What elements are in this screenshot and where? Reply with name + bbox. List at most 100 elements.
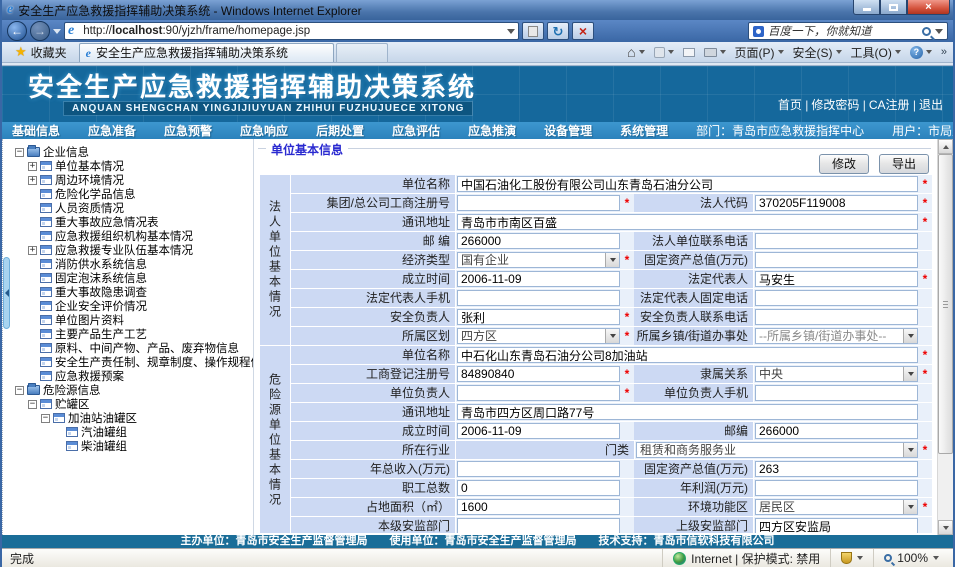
form-input[interactable]	[755, 480, 918, 496]
read-mail-button[interactable]	[683, 48, 695, 57]
form-input[interactable]	[457, 176, 918, 192]
tree-item[interactable]: +周边环境情况	[3, 173, 253, 187]
form-input[interactable]	[457, 404, 918, 420]
expand-icon[interactable]: +	[28, 162, 37, 171]
tree-item[interactable]: +单位基本情况	[3, 159, 253, 173]
scrollbar-thumb[interactable]	[938, 154, 953, 454]
nav-item[interactable]: 系统管理	[620, 122, 668, 139]
banner-link[interactable]: 退出	[919, 98, 943, 112]
modify-button[interactable]: 修改	[819, 154, 869, 174]
tree-item[interactable]: 应急救援组织机构基本情况	[3, 229, 253, 243]
tree-item[interactable]: 柴油罐组	[3, 439, 253, 453]
page-menu[interactable]: 页面(P)	[735, 44, 784, 61]
overflow-chevron-icon[interactable]: »	[941, 46, 945, 58]
tree-item[interactable]: 主要产品生产工艺	[3, 327, 253, 341]
scroll-up-button[interactable]	[938, 139, 953, 154]
expand-icon[interactable]: +	[28, 176, 37, 185]
help-menu[interactable]: ?	[910, 46, 932, 59]
tools-menu[interactable]: 工具(O)	[851, 44, 901, 61]
form-select[interactable]: 居民区	[755, 499, 918, 515]
export-button[interactable]: 导出	[879, 154, 929, 174]
form-input[interactable]	[457, 309, 620, 325]
chevron-down-icon[interactable]	[605, 329, 619, 343]
tree-item[interactable]: 危险化学品信息	[3, 187, 253, 201]
sidebar-splitter[interactable]	[3, 257, 10, 329]
form-input[interactable]	[755, 518, 918, 533]
form-input[interactable]	[457, 271, 620, 287]
form-input[interactable]	[457, 214, 918, 230]
form-input[interactable]	[457, 499, 620, 515]
form-input[interactable]	[755, 233, 918, 249]
form-input[interactable]	[755, 309, 918, 325]
address-dropdown-icon[interactable]	[507, 29, 515, 34]
banner-link[interactable]: CA注册	[869, 98, 910, 112]
tab-active[interactable]: e 安全生产应急救援指挥辅助决策系统	[79, 43, 334, 62]
nav-item[interactable]: 应急推演	[468, 122, 516, 139]
nav-item[interactable]: 应急评估	[392, 122, 440, 139]
print-button[interactable]	[704, 48, 726, 57]
forward-button[interactable]: →	[30, 21, 50, 41]
nav-item[interactable]: 基础信息	[12, 122, 60, 139]
favorites-button[interactable]: ★ 收藏夹	[7, 43, 75, 62]
tree-item[interactable]: 固定泡沫系统信息	[3, 271, 253, 285]
banner-link[interactable]: 首页	[778, 98, 802, 112]
form-input[interactable]	[755, 461, 918, 477]
tree-item[interactable]: 单位图片资料	[3, 313, 253, 327]
tree-item[interactable]: 人员资质情况	[3, 201, 253, 215]
form-input[interactable]	[457, 518, 620, 533]
form-select[interactable]: 国有企业	[457, 252, 620, 268]
search-box[interactable]: 百度一下，你就知道	[748, 22, 948, 40]
zoom-control[interactable]: 100%	[873, 549, 949, 567]
tree-item[interactable]: 重大事故隐患调查	[3, 285, 253, 299]
form-input[interactable]	[457, 347, 918, 363]
form-input[interactable]	[457, 480, 620, 496]
form-input[interactable]	[457, 385, 620, 401]
form-select[interactable]: 中央	[755, 366, 918, 382]
close-button[interactable]: ×	[907, 0, 950, 15]
tree-item[interactable]: −加油站油罐区	[3, 411, 253, 425]
chevron-down-icon[interactable]	[903, 500, 917, 514]
form-input[interactable]	[457, 290, 620, 306]
form-input[interactable]	[457, 423, 620, 439]
tree-item[interactable]: 原料、中间产物、产品、废弃物信息	[3, 341, 253, 355]
address-field[interactable]: e http://localhost:90/yjzh/frame/homepag…	[64, 22, 519, 40]
form-input[interactable]	[755, 271, 918, 287]
collapse-icon[interactable]: −	[15, 386, 24, 395]
form-select[interactable]: --所属乡镇/街道办事处--	[755, 328, 918, 344]
tree-item[interactable]: +应急救援专业队伍基本情况	[3, 243, 253, 257]
tree-item[interactable]: 消防供水系统信息	[3, 257, 253, 271]
nav-item[interactable]: 应急预警	[164, 122, 212, 139]
tree-item[interactable]: 安全生产责任制、规章制度、操作规程信息	[3, 355, 253, 369]
form-input[interactable]	[457, 461, 620, 477]
form-select[interactable]: 四方区	[457, 328, 620, 344]
banner-link[interactable]: 修改密码	[811, 98, 859, 112]
form-input[interactable]	[755, 423, 918, 439]
protected-mode-control[interactable]	[830, 549, 873, 567]
collapse-icon[interactable]: −	[28, 400, 37, 409]
chevron-down-icon[interactable]	[903, 443, 917, 457]
safety-menu[interactable]: 安全(S)	[793, 44, 842, 61]
search-input[interactable]: 百度一下，你就知道	[768, 23, 918, 39]
tree-item[interactable]: −贮罐区	[3, 397, 253, 411]
vertical-scrollbar[interactable]	[937, 139, 953, 535]
new-tab-stub[interactable]	[336, 43, 388, 62]
chevron-down-icon[interactable]	[903, 367, 917, 381]
recent-pages-dropdown-icon[interactable]	[53, 29, 61, 34]
collapse-icon[interactable]: −	[15, 148, 24, 157]
search-dropdown-icon[interactable]	[935, 29, 943, 34]
nav-item[interactable]: 设备管理	[544, 122, 592, 139]
form-input[interactable]	[755, 385, 918, 401]
compatibility-view-button[interactable]	[522, 22, 544, 40]
expand-icon[interactable]: +	[28, 246, 37, 255]
form-input[interactable]	[457, 195, 620, 211]
feeds-button[interactable]	[654, 47, 674, 58]
form-select[interactable]: 租赁和商务服务业	[636, 442, 918, 458]
form-input[interactable]	[755, 252, 918, 268]
tree-item[interactable]: 应急救援预案	[3, 369, 253, 383]
scroll-down-button[interactable]	[938, 520, 953, 535]
form-input[interactable]	[755, 195, 918, 211]
nav-item[interactable]: 后期处置	[316, 122, 364, 139]
form-input[interactable]	[457, 366, 620, 382]
tree-item[interactable]: −企业信息	[3, 145, 253, 159]
stop-button[interactable]: ×	[572, 22, 594, 40]
